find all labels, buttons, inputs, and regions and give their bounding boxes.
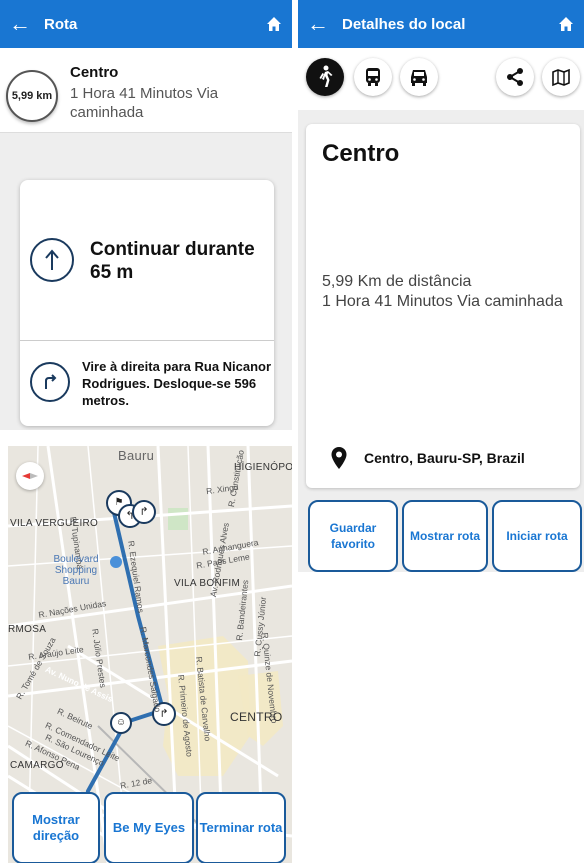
walk-mode-button[interactable] bbox=[306, 58, 344, 96]
next-instruction: Vire à direita para Rua Nicanor Rodrigue… bbox=[20, 340, 274, 426]
home-icon bbox=[559, 17, 573, 31]
shopping-pin-icon bbox=[110, 556, 122, 568]
arrow-left-icon: ← bbox=[307, 11, 329, 36]
transport-mode-row bbox=[298, 48, 584, 110]
be-my-eyes-button[interactable]: Be My Eyes bbox=[104, 792, 194, 863]
share-icon bbox=[507, 68, 523, 86]
route-summary: 5,99 km Centro 1 Hora 41 Minutos Via cam… bbox=[0, 48, 292, 133]
walk-icon bbox=[319, 65, 333, 87]
place-card: Centro 5,99 Km de distância 1 Hora 41 Mi… bbox=[306, 124, 580, 488]
place-info: 5,99 Km de distância 1 Hora 41 Minutos V… bbox=[322, 272, 572, 312]
show-direction-button[interactable]: Mostrar direção bbox=[12, 792, 100, 863]
distance-badge: 5,99 km bbox=[6, 70, 58, 122]
user-location-icon: ☺ bbox=[110, 712, 132, 734]
map-label: Bauru bbox=[118, 448, 155, 463]
turn-right-icon bbox=[30, 362, 70, 402]
page-title: Detalhes do local bbox=[342, 15, 466, 33]
home-icon bbox=[267, 17, 281, 31]
route-app-bar: ← Rota bbox=[0, 0, 292, 48]
map-label: VILA VERGUEIRO bbox=[10, 518, 99, 529]
location-pin-icon bbox=[331, 447, 347, 469]
current-instruction-text: Continuar durante 65 m bbox=[90, 239, 255, 283]
compass-button[interactable] bbox=[16, 462, 44, 490]
map-button[interactable] bbox=[542, 58, 580, 96]
place-details-screen: ← Detalhes do local Centro 5,99 Km de di… bbox=[298, 0, 584, 572]
arrow-left-icon: ← bbox=[9, 11, 31, 36]
end-route-button[interactable]: Terminar rota bbox=[196, 792, 286, 863]
save-favorite-button[interactable]: Guardar favorito bbox=[308, 500, 398, 572]
home-button[interactable] bbox=[548, 16, 584, 32]
page-title: Rota bbox=[44, 15, 78, 33]
place-address: Centro, Bauru-SP, Brazil bbox=[364, 450, 525, 466]
start-route-button[interactable]: Iniciar rota bbox=[492, 500, 582, 572]
share-button[interactable] bbox=[496, 58, 534, 96]
home-button[interactable] bbox=[256, 16, 292, 32]
car-icon bbox=[411, 70, 427, 86]
map-label: VILA BONFIM bbox=[174, 578, 241, 589]
back-button[interactable]: ← bbox=[0, 0, 40, 48]
map-label: RMOSA bbox=[8, 624, 47, 635]
address-row: Centro, Bauru-SP, Brazil bbox=[330, 446, 525, 470]
route-screen: ← Rota 5,99 km Centro 1 Hora 41 Minutos … bbox=[0, 0, 292, 430]
arrow-up-icon bbox=[30, 238, 74, 282]
place-name: Centro bbox=[322, 140, 400, 167]
duration-text: 1 Hora 41 Minutos Via caminhada bbox=[322, 293, 563, 310]
map-label: Boulevard Shopping Bauru bbox=[53, 554, 99, 587]
bus-mode-button[interactable] bbox=[354, 58, 392, 96]
compass-icon bbox=[22, 473, 38, 479]
bus-icon bbox=[366, 68, 380, 86]
route-duration: 1 Hora 41 Minutos Via caminhada bbox=[70, 85, 219, 121]
distance-text: 5,99 Km de distância bbox=[322, 273, 472, 290]
route-marker-icon[interactable]: ↱ bbox=[132, 500, 156, 524]
show-route-button[interactable]: Mostrar rota bbox=[402, 500, 488, 572]
details-app-bar: ← Detalhes do local bbox=[298, 0, 584, 48]
back-button[interactable]: ← bbox=[298, 0, 338, 48]
next-instruction-text: Vire à direita para Rua Nicanor Rodrigue… bbox=[82, 359, 272, 408]
map-label: CENTRO bbox=[230, 710, 283, 724]
car-mode-button[interactable] bbox=[400, 58, 438, 96]
map-view[interactable]: ⚑ ↰ ↱ ↱ ☺ Bauru HIGIENÓPOL VILA VERGUEIR… bbox=[8, 446, 292, 863]
current-instruction: Continuar durante 65 m bbox=[20, 180, 274, 341]
map-label: CAMARGO bbox=[10, 760, 64, 771]
map-icon bbox=[552, 68, 570, 87]
instruction-card: Continuar durante 65 m Vire à direita pa… bbox=[20, 180, 274, 426]
destination-name: Centro bbox=[70, 64, 119, 81]
